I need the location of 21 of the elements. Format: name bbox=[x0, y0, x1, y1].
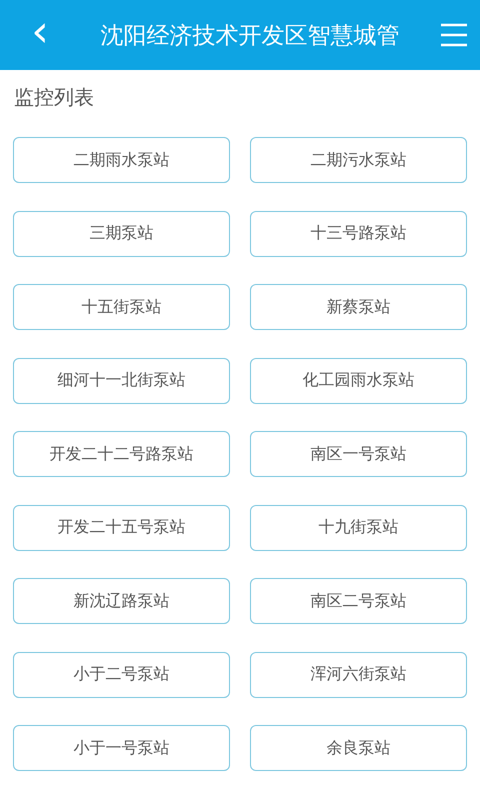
station-button[interactable]: 浑河六街泵站 bbox=[250, 652, 467, 698]
app-title: 沈阳经济技术开发区智慧城管 bbox=[100, 22, 400, 50]
station-button[interactable]: 化工园雨水泵站 bbox=[250, 358, 467, 404]
station-button[interactable]: 开发二十五号泵站 bbox=[13, 504, 230, 550]
station-button[interactable]: 小于二号泵站 bbox=[13, 652, 230, 698]
station-button[interactable]: 细河十一北街泵站 bbox=[13, 358, 230, 404]
station-button[interactable]: 南区二号泵站 bbox=[250, 578, 467, 624]
station-button[interactable]: 余良泵站 bbox=[250, 725, 467, 771]
station-button[interactable]: 十九街泵站 bbox=[250, 504, 467, 550]
section-title: 监控列表 bbox=[14, 84, 95, 110]
station-button[interactable]: 新沈辽路泵站 bbox=[13, 578, 230, 624]
station-button[interactable]: 二期雨水泵站 bbox=[13, 137, 230, 183]
station-button[interactable]: 小于一号泵站 bbox=[13, 725, 230, 771]
station-button[interactable]: 十五街泵站 bbox=[13, 284, 230, 330]
station-button[interactable]: 二期污水泵站 bbox=[250, 137, 467, 183]
menu-icon[interactable] bbox=[440, 23, 468, 47]
station-button[interactable]: 十三号路泵站 bbox=[250, 210, 467, 256]
station-button[interactable]: 新蔡泵站 bbox=[250, 284, 467, 330]
station-button[interactable]: 南区一号泵站 bbox=[250, 431, 467, 477]
station-button[interactable]: 三期泵站 bbox=[13, 210, 230, 256]
station-button[interactable]: 开发二十二号路泵站 bbox=[13, 431, 230, 477]
